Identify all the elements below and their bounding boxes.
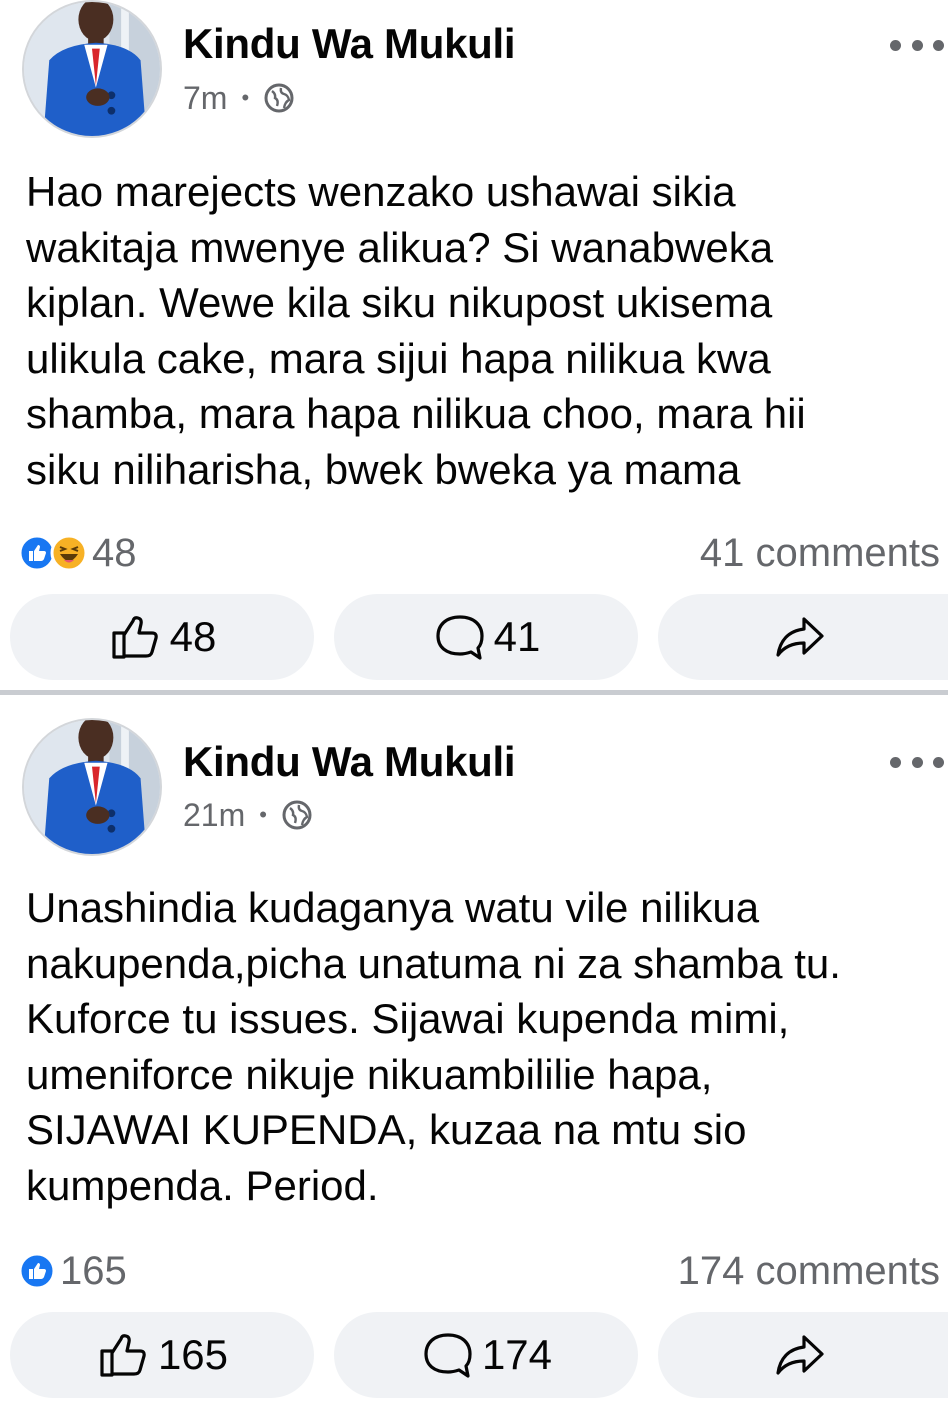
- comment-count: 174: [481, 1331, 553, 1378]
- comment-button[interactable]: 41: [334, 594, 638, 680]
- meta-separator: •: [241, 85, 250, 110]
- dot-icon: [911, 39, 923, 51]
- meta-separator: •: [259, 802, 267, 827]
- more-options-button[interactable]: [890, 38, 944, 52]
- thumbs-up-icon: [112, 616, 158, 659]
- share-icon: [776, 1335, 824, 1375]
- more-options-button[interactable]: [890, 755, 944, 769]
- post-meta: 21m •: [183, 795, 313, 835]
- post-2: Kindu Wa Mukuli 21m • Unashindia kudagan…: [0, 695, 948, 1398]
- post-time[interactable]: 7m: [183, 80, 227, 117]
- author-name[interactable]: Kindu Wa Mukuli: [183, 738, 516, 786]
- dot-icon: [933, 756, 944, 768]
- comments-count[interactable]: 174 comments: [678, 1249, 940, 1294]
- reaction-summary: 48 41 comments: [18, 528, 940, 578]
- action-bar: 48 41: [10, 594, 948, 680]
- dot-icon: [933, 39, 944, 51]
- like-icon: [18, 1252, 56, 1290]
- reactions-count[interactable]: 48: [18, 531, 137, 576]
- post-time[interactable]: 21m: [183, 797, 245, 834]
- post-1: Kindu Wa Mukuli 7m • Hao marejects wenza…: [0, 0, 948, 690]
- avatar-photo: [24, 2, 160, 136]
- reaction-count: 165: [60, 1248, 127, 1293]
- share-button[interactable]: [658, 594, 948, 680]
- like-count: 165: [157, 1331, 229, 1378]
- dot-icon: [911, 756, 923, 768]
- globe-icon: [264, 83, 294, 113]
- haha-icon: [50, 534, 88, 572]
- dot-icon: [890, 756, 901, 768]
- like-button[interactable]: 165: [10, 1312, 314, 1398]
- action-bar: 165 174: [10, 1312, 948, 1398]
- author-name[interactable]: Kindu Wa Mukuli: [183, 20, 516, 68]
- comment-icon: [424, 1333, 472, 1378]
- post-text: Unashindia kudaganya watu vile nilikua n…: [26, 884, 841, 1209]
- share-button[interactable]: [658, 1312, 948, 1398]
- comment-icon: [436, 615, 484, 660]
- avatar-photo: [24, 720, 160, 854]
- author-avatar[interactable]: [22, 718, 162, 856]
- comment-count: 41: [493, 613, 541, 660]
- reaction-summary: 165 174 comments: [18, 1246, 940, 1296]
- comment-button[interactable]: 174: [334, 1312, 638, 1398]
- like-count: 48: [169, 613, 217, 660]
- reaction-count: 48: [92, 530, 137, 575]
- like-button[interactable]: 48: [10, 594, 314, 680]
- comments-count[interactable]: 41 comments: [700, 531, 940, 576]
- thumbs-up-icon: [100, 1334, 146, 1377]
- share-icon: [776, 617, 824, 657]
- dot-icon: [890, 39, 901, 51]
- post-meta: 7m •: [183, 78, 295, 118]
- globe-icon: [282, 800, 312, 830]
- post-text: Hao marejects wenzako ushawai sikia waki…: [26, 168, 806, 493]
- author-avatar[interactable]: [22, 0, 162, 138]
- reactions-count[interactable]: 165: [18, 1249, 127, 1294]
